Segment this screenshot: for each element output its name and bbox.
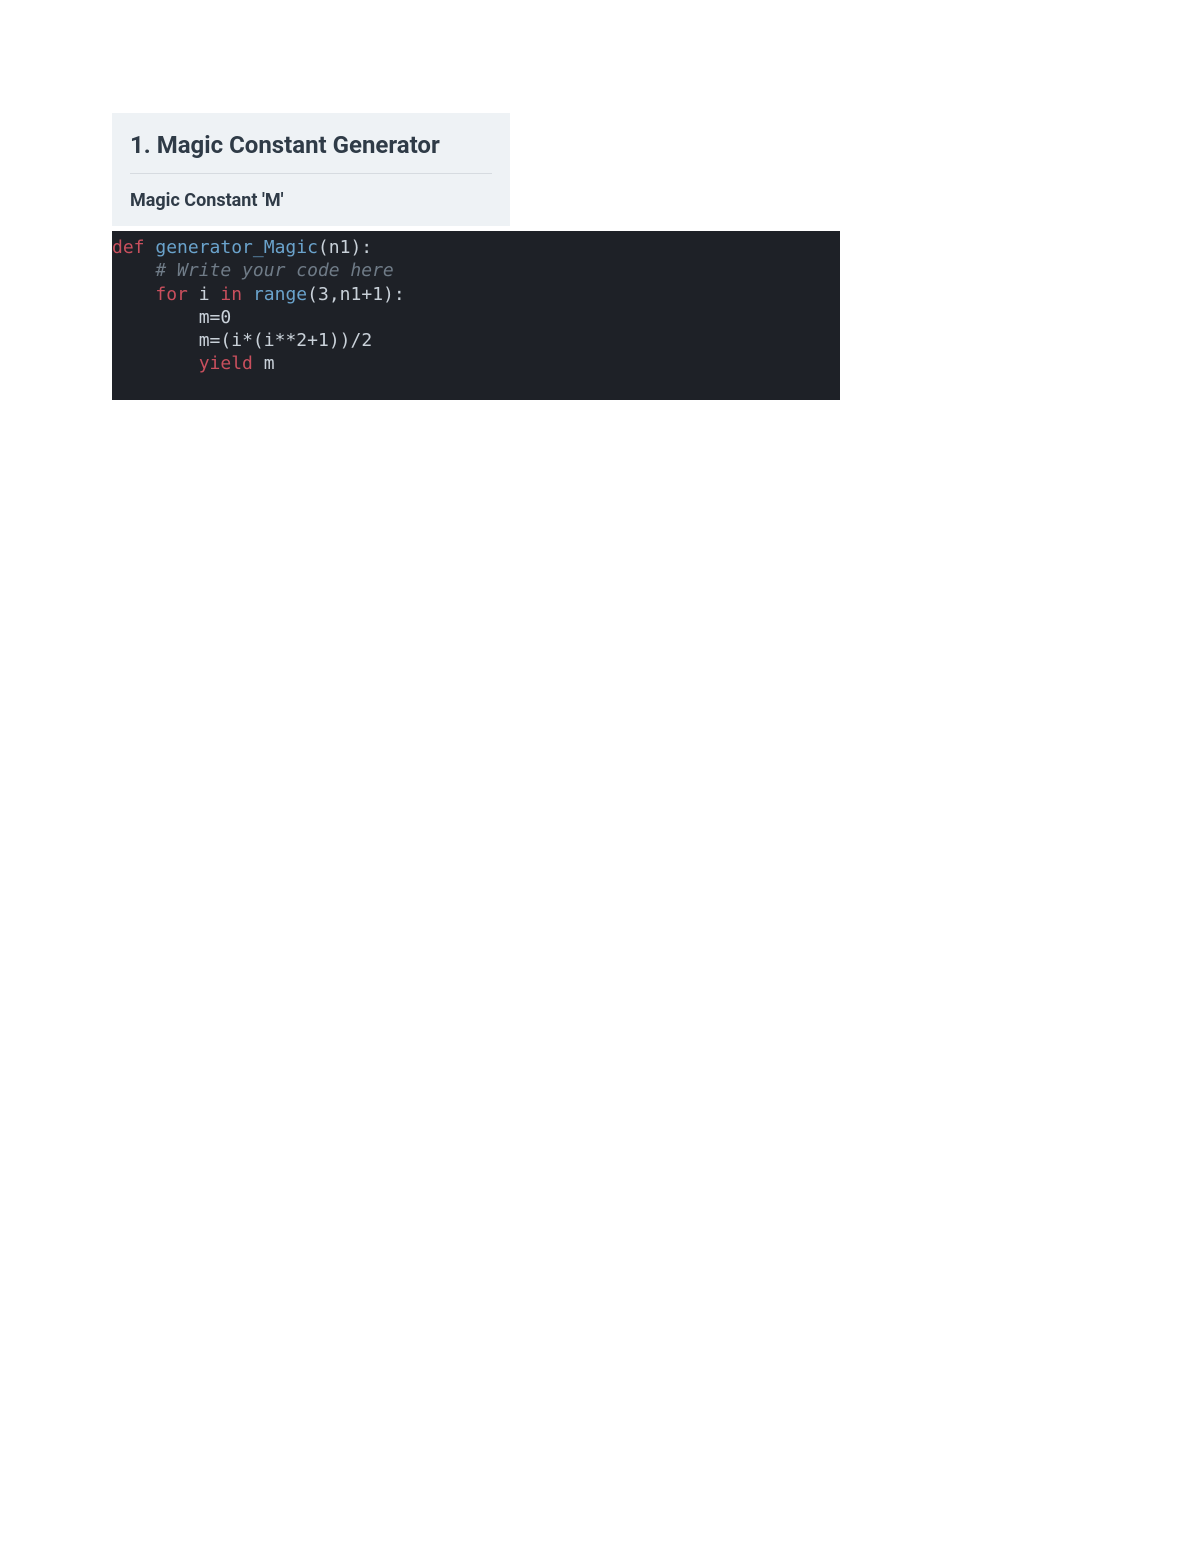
close-paren: ) (329, 330, 340, 351)
operator-equals: = (210, 330, 221, 351)
indent (112, 284, 155, 305)
close-paren: ) (340, 330, 351, 351)
parameter-n1: n1 (329, 237, 351, 258)
number-1: 1 (318, 330, 329, 351)
indent (112, 353, 199, 374)
open-paren: ( (220, 330, 231, 351)
keyword-for: for (155, 284, 188, 305)
comma: , (329, 284, 340, 305)
close-paren-colon: ): (383, 284, 405, 305)
var-i: i (199, 284, 210, 305)
operator-plus: + (307, 330, 318, 351)
problem-subtitle: Magic Constant 'M' (130, 190, 492, 211)
open-paren: ( (253, 330, 264, 351)
operator-star: * (242, 330, 253, 351)
number-2: 2 (296, 330, 307, 351)
open-paren: ( (318, 237, 329, 258)
var-n1: n1 (340, 284, 362, 305)
function-name: generator_Magic (155, 237, 318, 258)
code-block: def generator_Magic(n1): # Write your co… (112, 231, 840, 400)
indent (112, 330, 199, 351)
problem-title: 1. Magic Constant Generator (130, 131, 492, 159)
number-3: 3 (318, 284, 329, 305)
var-i: i (264, 330, 275, 351)
operator-plus: + (361, 284, 372, 305)
indent (112, 307, 199, 328)
comment: # Write your code here (155, 260, 393, 281)
divider (130, 173, 492, 174)
var-m: m (199, 330, 210, 351)
close-paren-colon: ): (350, 237, 372, 258)
keyword-yield: yield (199, 353, 253, 374)
var-m: m (264, 353, 275, 374)
operator-power: ** (275, 330, 297, 351)
number-2: 2 (361, 330, 372, 351)
var-i: i (231, 330, 242, 351)
operator-slash: / (351, 330, 362, 351)
var-m: m (199, 307, 210, 328)
indent (112, 260, 155, 281)
operator-equals: = (210, 307, 221, 328)
number-0: 0 (220, 307, 231, 328)
builtin-range: range (253, 284, 307, 305)
keyword-def: def (112, 237, 145, 258)
keyword-in: in (220, 284, 242, 305)
open-paren: ( (307, 284, 318, 305)
problem-header: 1. Magic Constant Generator Magic Consta… (112, 113, 510, 226)
number-1: 1 (372, 284, 383, 305)
